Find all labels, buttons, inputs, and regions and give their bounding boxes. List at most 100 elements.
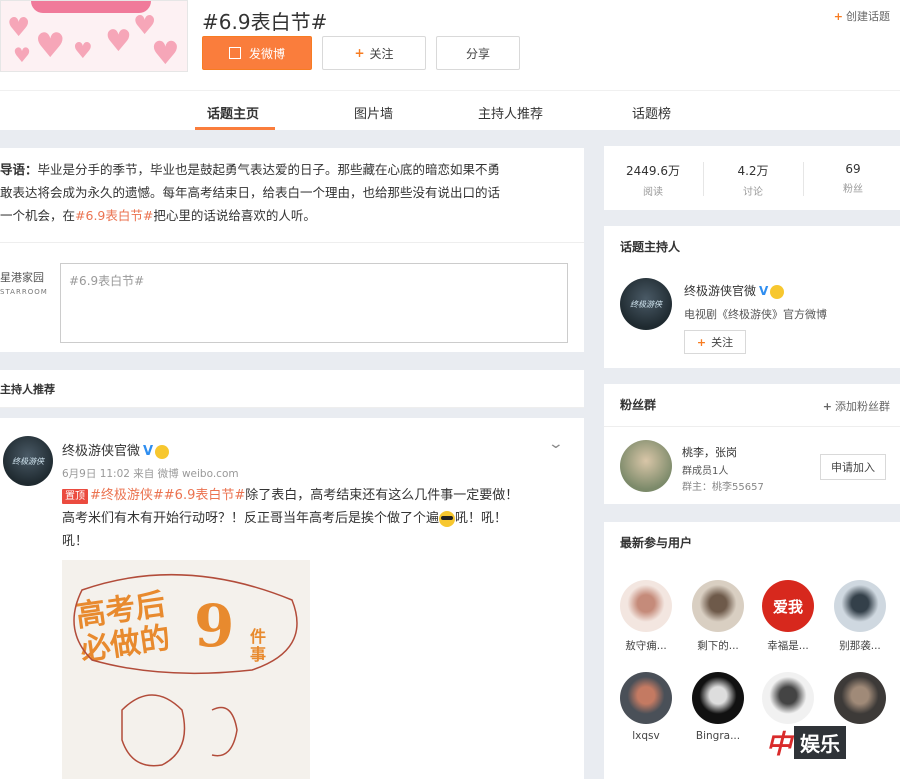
stat-fans: 69 粉丝 <box>804 162 900 195</box>
plus-icon: + <box>833 10 843 23</box>
stat-fans-value: 69 <box>845 162 861 176</box>
fans-group-card: 粉丝群 + 添加粉丝群 桃李，张岗 群成员1人 群主：桃李55657 申请加入 <box>604 384 900 504</box>
create-topic-link[interactable]: + 创建话题 <box>834 8 890 24</box>
user-avatar[interactable] <box>834 672 886 724</box>
author-name[interactable]: 终极游侠官微 V <box>62 440 170 459</box>
post-weibo-button[interactable]: 发微博 <box>202 36 312 70</box>
add-fans-group-link[interactable]: + 添加粉丝群 <box>823 398 890 414</box>
studio-name-en: STARROOM <box>0 288 48 296</box>
heart-icon: ♥ <box>13 43 31 67</box>
topic-cover-image: ♥ ♥ ♥ ♥ ♥ ♥ ♥ <box>0 0 188 72</box>
fans-group-avatar[interactable] <box>620 440 672 492</box>
poster-doodle <box>73 574 298 767</box>
share-label: 分享 <box>465 46 490 61</box>
user-name[interactable]: Bingra... <box>685 730 751 742</box>
active-tab-indicator <box>195 127 275 130</box>
user-name[interactable]: 别那袭... <box>827 638 893 653</box>
stat-reads: 2449.6万 阅读 <box>604 162 702 198</box>
vip-icon <box>155 444 170 459</box>
fans-group-name[interactable]: 桃李，张岗 <box>682 444 737 460</box>
post-text-1: 除了表白，高考结束还有这么几件事一定要做！ <box>245 488 519 503</box>
fans-section-title: 粉丝群 <box>620 398 657 412</box>
user-avatar[interactable]: 爱我 <box>762 580 814 632</box>
post-image[interactable]: 高考后 必做的 9 件事 <box>62 560 310 779</box>
topic-intro: 导语：毕业是分手的季节，毕业也是鼓起勇气表达爱的日子。那些藏在心底的暗恋如果不勇… <box>0 148 584 242</box>
follow-host-label: 关注 <box>711 336 734 349</box>
user-item[interactable] <box>755 672 821 730</box>
compose-textarea[interactable]: #6.9表白节# <box>60 263 568 343</box>
post-text-4: 吼！ <box>62 534 89 549</box>
create-topic-label: 创建话题 <box>846 10 890 23</box>
topic-title: #6.9表白节# <box>202 10 328 34</box>
users-section-title: 最新参与用户 <box>620 536 693 550</box>
user-item[interactable]: 别那袭... <box>827 580 893 653</box>
host-name-text: 终极游侠官微 <box>684 284 757 298</box>
studio-logo: 星港家园 STARROOM <box>0 271 48 299</box>
vip-icon <box>770 284 785 299</box>
user-avatar[interactable] <box>620 672 672 724</box>
intro-text: 导语：毕业是分手的季节，毕业也是鼓起勇气表达爱的日子。那些藏在心底的暗恋如果不勇… <box>0 158 580 227</box>
post-weibo-label: 发微博 <box>248 46 285 61</box>
share-button[interactable]: 分享 <box>436 36 520 70</box>
topic-stats: 2449.6万 阅读 4.2万 讨论 69 粉丝 <box>604 146 900 210</box>
tab-topic-rank[interactable]: 话题榜 <box>632 103 671 122</box>
chevron-down-icon[interactable]: ⌄ <box>548 436 564 452</box>
add-fans-group-label: 添加粉丝群 <box>835 400 890 413</box>
heart-icon: ♥ <box>105 24 132 59</box>
heart-icon: ♥ <box>35 26 66 66</box>
stat-discussions-value: 4.2万 <box>737 164 769 178</box>
apply-join-button[interactable]: 申请加入 <box>820 454 886 480</box>
stat-reads-label: 阅读 <box>643 187 663 198</box>
intro-line3-pre: 一个机会，在 <box>0 208 76 223</box>
host-avatar[interactable]: 终极游侠 <box>620 278 672 330</box>
post-meta: 6月9日 11:02 来自 微博 weibo.com <box>62 468 239 480</box>
author-avatar[interactable]: 终极游侠 <box>3 436 53 486</box>
intro-line2: 敢表达将会成为永久的遗憾。每年高考结束日，给表白一个理由，也给那些没有说出口的话 <box>0 185 501 200</box>
feed-item: 终极游侠 终极游侠官微 V 6月9日 11:02 来自 微博 weibo.com … <box>0 418 584 779</box>
user-avatar[interactable] <box>620 580 672 632</box>
intro-topic-link[interactable]: #6.9表白节# <box>75 208 153 223</box>
heart-icon: ♥ <box>151 34 180 72</box>
user-avatar[interactable] <box>692 672 744 724</box>
user-name[interactable]: 幸福是... <box>755 638 821 653</box>
stat-discussions: 4.2万 讨论 <box>704 162 802 198</box>
host-section-title: 话题主持人 <box>620 240 681 254</box>
user-name[interactable]: 剩下的... <box>685 638 751 653</box>
user-avatar[interactable] <box>834 580 886 632</box>
heart-icon: ♥ <box>73 39 93 64</box>
topic-host-card: 话题主持人 终极游侠 终极游侠官微 V 电视剧《终极游侠》官方微博 + 关注 <box>604 226 900 368</box>
user-avatar[interactable] <box>762 672 814 724</box>
stat-fans-label: 粉丝 <box>843 184 863 195</box>
post-topic-tags[interactable]: #终极游侠##6.9表白节# <box>90 488 245 503</box>
follow-label: 关注 <box>369 46 394 61</box>
heart-icon: ♥ <box>7 13 31 43</box>
user-item[interactable]: Bingra... <box>685 672 751 742</box>
site-watermark-logo: 中 娱乐 <box>766 724 847 761</box>
author-name-text: 终极游侠官微 <box>62 444 141 459</box>
intro-line1: 毕业是分手的季节，毕业也是鼓起勇气表达爱的日子。那些藏在心底的暗恋如果不勇 <box>37 162 501 177</box>
user-name[interactable]: lxqsv <box>613 730 679 742</box>
tab-topic-home[interactable]: 话题主页 <box>207 103 259 122</box>
follow-topic-button[interactable]: + 关注 <box>322 36 426 70</box>
follow-host-button[interactable]: + 关注 <box>684 330 746 354</box>
user-item[interactable]: lxqsv <box>613 672 679 742</box>
user-item[interactable]: 敖守痈... <box>613 580 679 653</box>
host-recommend-label: 主持人推荐 <box>0 383 55 396</box>
intro-line3-post: 把心里的话说给喜欢的人听。 <box>153 208 316 223</box>
tab-picture-wall[interactable]: 图片墙 <box>354 103 393 122</box>
divider <box>604 426 900 427</box>
user-item[interactable] <box>827 672 893 730</box>
host-name[interactable]: 终极游侠官微 V <box>684 282 785 299</box>
stat-discussions-label: 讨论 <box>743 187 763 198</box>
host-description: 电视剧《终极游侠》官方微博 <box>684 308 827 321</box>
plus-icon: + <box>822 400 832 413</box>
verified-icon: V <box>143 444 154 459</box>
watermark-zhong: 中 <box>766 730 793 760</box>
user-name[interactable]: 敖守痈... <box>613 638 679 653</box>
tab-host-recommend[interactable]: 主持人推荐 <box>478 103 543 122</box>
user-item[interactable]: 剩下的... <box>685 580 751 653</box>
user-item[interactable]: 爱我幸福是... <box>755 580 821 653</box>
user-avatar[interactable] <box>692 580 744 632</box>
latest-users-card: 最新参与用户 敖守痈... 剩下的... 爱我幸福是... 别那袭... lxqsv Bi… <box>604 522 900 779</box>
studio-name: 星港家园 <box>0 271 44 284</box>
